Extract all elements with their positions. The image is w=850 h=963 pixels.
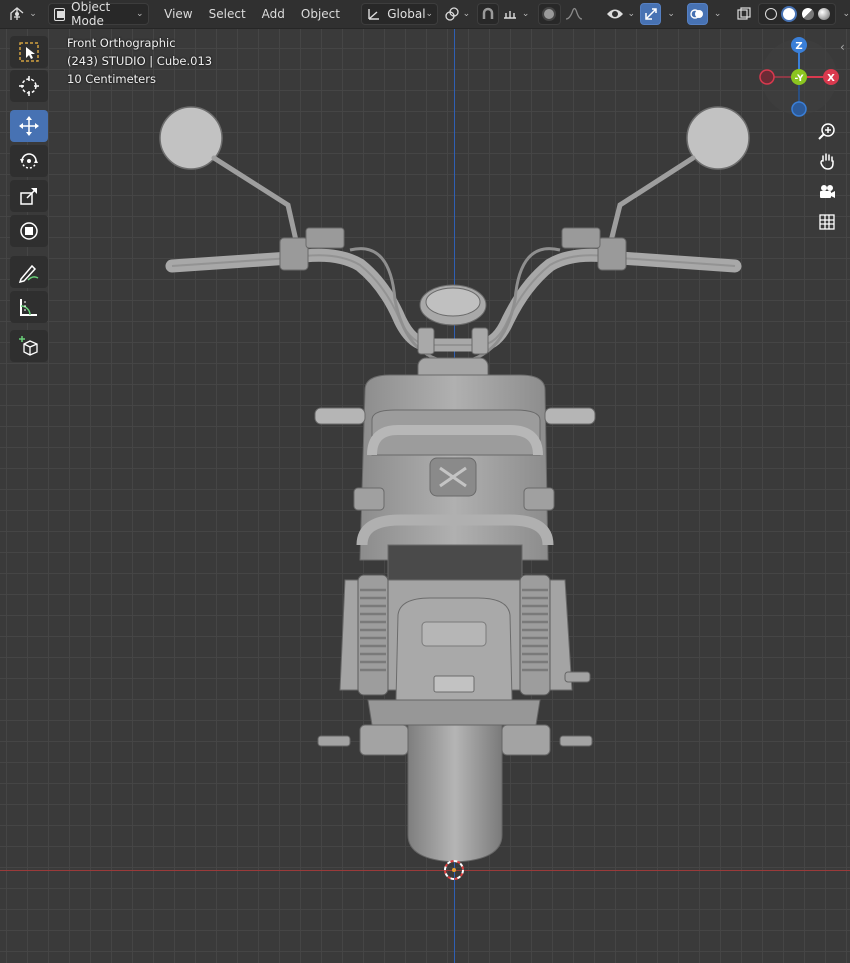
motorcycle-model[interactable] (0, 0, 850, 963)
magnet-icon (482, 7, 494, 19)
move-tool[interactable] (10, 110, 48, 142)
gizmo-z-label: Z (795, 41, 802, 52)
solid-shading-icon[interactable] (781, 6, 798, 22)
gizmo-collapse-arrow[interactable]: ‹ (840, 40, 845, 54)
3d-viewport[interactable]: Front Orthographic (243) STUDIO | Cube.0… (0, 0, 850, 963)
editor-type-button[interactable]: ⌄ (6, 3, 40, 25)
navigation-gizmo[interactable]: Z X -Y (752, 34, 846, 120)
rotate-icon (20, 153, 38, 169)
chevron-down-icon: ⌄ (136, 9, 144, 19)
cursor-icon (19, 76, 39, 96)
proportional-edit-toggle[interactable] (537, 3, 561, 25)
chevron-down-icon: ⌄ (425, 9, 434, 19)
grid-scale-label: 10 Centimeters (67, 72, 156, 86)
transform-tool[interactable] (10, 215, 48, 247)
measure-icon (20, 299, 37, 316)
orientation-label: Global (387, 7, 426, 21)
menu-object[interactable]: Object (293, 3, 348, 25)
select-box-tool[interactable] (10, 36, 48, 68)
cursor-tool[interactable] (10, 70, 48, 102)
object-mode-icon (53, 7, 66, 21)
snap-toggle[interactable] (476, 3, 500, 25)
xray-toggle[interactable] (733, 3, 754, 25)
chevron-down-icon[interactable]: ⌄ (667, 9, 675, 19)
grid-icon (819, 214, 835, 230)
chevron-down-icon: ⌄ (462, 9, 471, 19)
xray-icon (737, 7, 751, 20)
mode-label: Object Mode (71, 0, 111, 28)
rendered-shading-icon[interactable] (818, 8, 831, 20)
object-info-label: (243) STUDIO | Cube.013 (67, 54, 213, 68)
eye-icon (606, 9, 623, 19)
camera-view-button[interactable] (815, 180, 839, 204)
transform-icon (20, 222, 38, 240)
orientation-dropdown[interactable]: Global ⌄ (361, 3, 439, 25)
chevron-down-icon[interactable]: ⌄ (842, 9, 850, 19)
select-box-icon (19, 42, 39, 62)
proportional-edit-icon (544, 9, 555, 19)
gizmo-y-label: -Y (795, 74, 804, 84)
pivot-icon (444, 7, 459, 21)
transform-orientation-icon (368, 9, 380, 20)
scale-tool[interactable] (10, 180, 48, 212)
shading-mode-group (758, 3, 837, 25)
mode-dropdown[interactable]: Object Mode ⌄ (47, 0, 149, 28)
gizmo-x-label: X (827, 73, 835, 84)
gizmo-icon (645, 8, 657, 20)
add-cube-tool[interactable] (10, 330, 48, 362)
snap-increment-icon (503, 11, 516, 19)
overlays-toggle[interactable] (686, 3, 708, 25)
scale-icon (20, 188, 37, 205)
viewport-editor-icon (10, 7, 24, 20)
hand-icon (820, 153, 834, 170)
add-cube-icon (19, 336, 38, 356)
chevron-down-icon: ⌄ (627, 9, 636, 19)
falloff-curve-icon (565, 7, 582, 20)
3d-cursor[interactable] (444, 860, 464, 880)
view-name-label: Front Orthographic (67, 36, 176, 50)
chevron-down-icon: ⌄ (29, 9, 37, 19)
gizmo-toggle[interactable] (640, 3, 662, 25)
chevron-down-icon: ⌄ (521, 9, 530, 19)
camera-icon (820, 185, 835, 198)
menu-add[interactable]: Add (254, 3, 293, 25)
zoom-icon (818, 123, 835, 140)
measure-tool[interactable] (10, 291, 48, 323)
menu-select[interactable]: Select (201, 3, 254, 25)
viewport-header: ⌄ Object Mode ⌄ View Select Add Object G… (0, 0, 850, 29)
rotate-tool[interactable] (10, 145, 48, 177)
annotate-icon (18, 264, 39, 283)
move-icon (19, 116, 39, 136)
falloff-dropdown[interactable] (561, 3, 588, 25)
overlays-icon (690, 9, 704, 19)
visibility-dropdown[interactable]: ⌄ (604, 3, 636, 25)
wireframe-shading-icon[interactable] (764, 8, 777, 20)
chevron-down-icon[interactable]: ⌄ (714, 9, 722, 19)
perspective-toggle-button[interactable] (815, 210, 839, 234)
snap-target-dropdown[interactable]: ⌄ (499, 3, 531, 25)
pivot-point-dropdown[interactable]: ⌄ (444, 3, 471, 25)
zoom-button[interactable] (815, 119, 839, 143)
annotate-tool[interactable] (10, 256, 48, 288)
material-shading-icon[interactable] (801, 8, 814, 20)
menu-view[interactable]: View (156, 3, 200, 25)
pan-button[interactable] (815, 149, 839, 173)
